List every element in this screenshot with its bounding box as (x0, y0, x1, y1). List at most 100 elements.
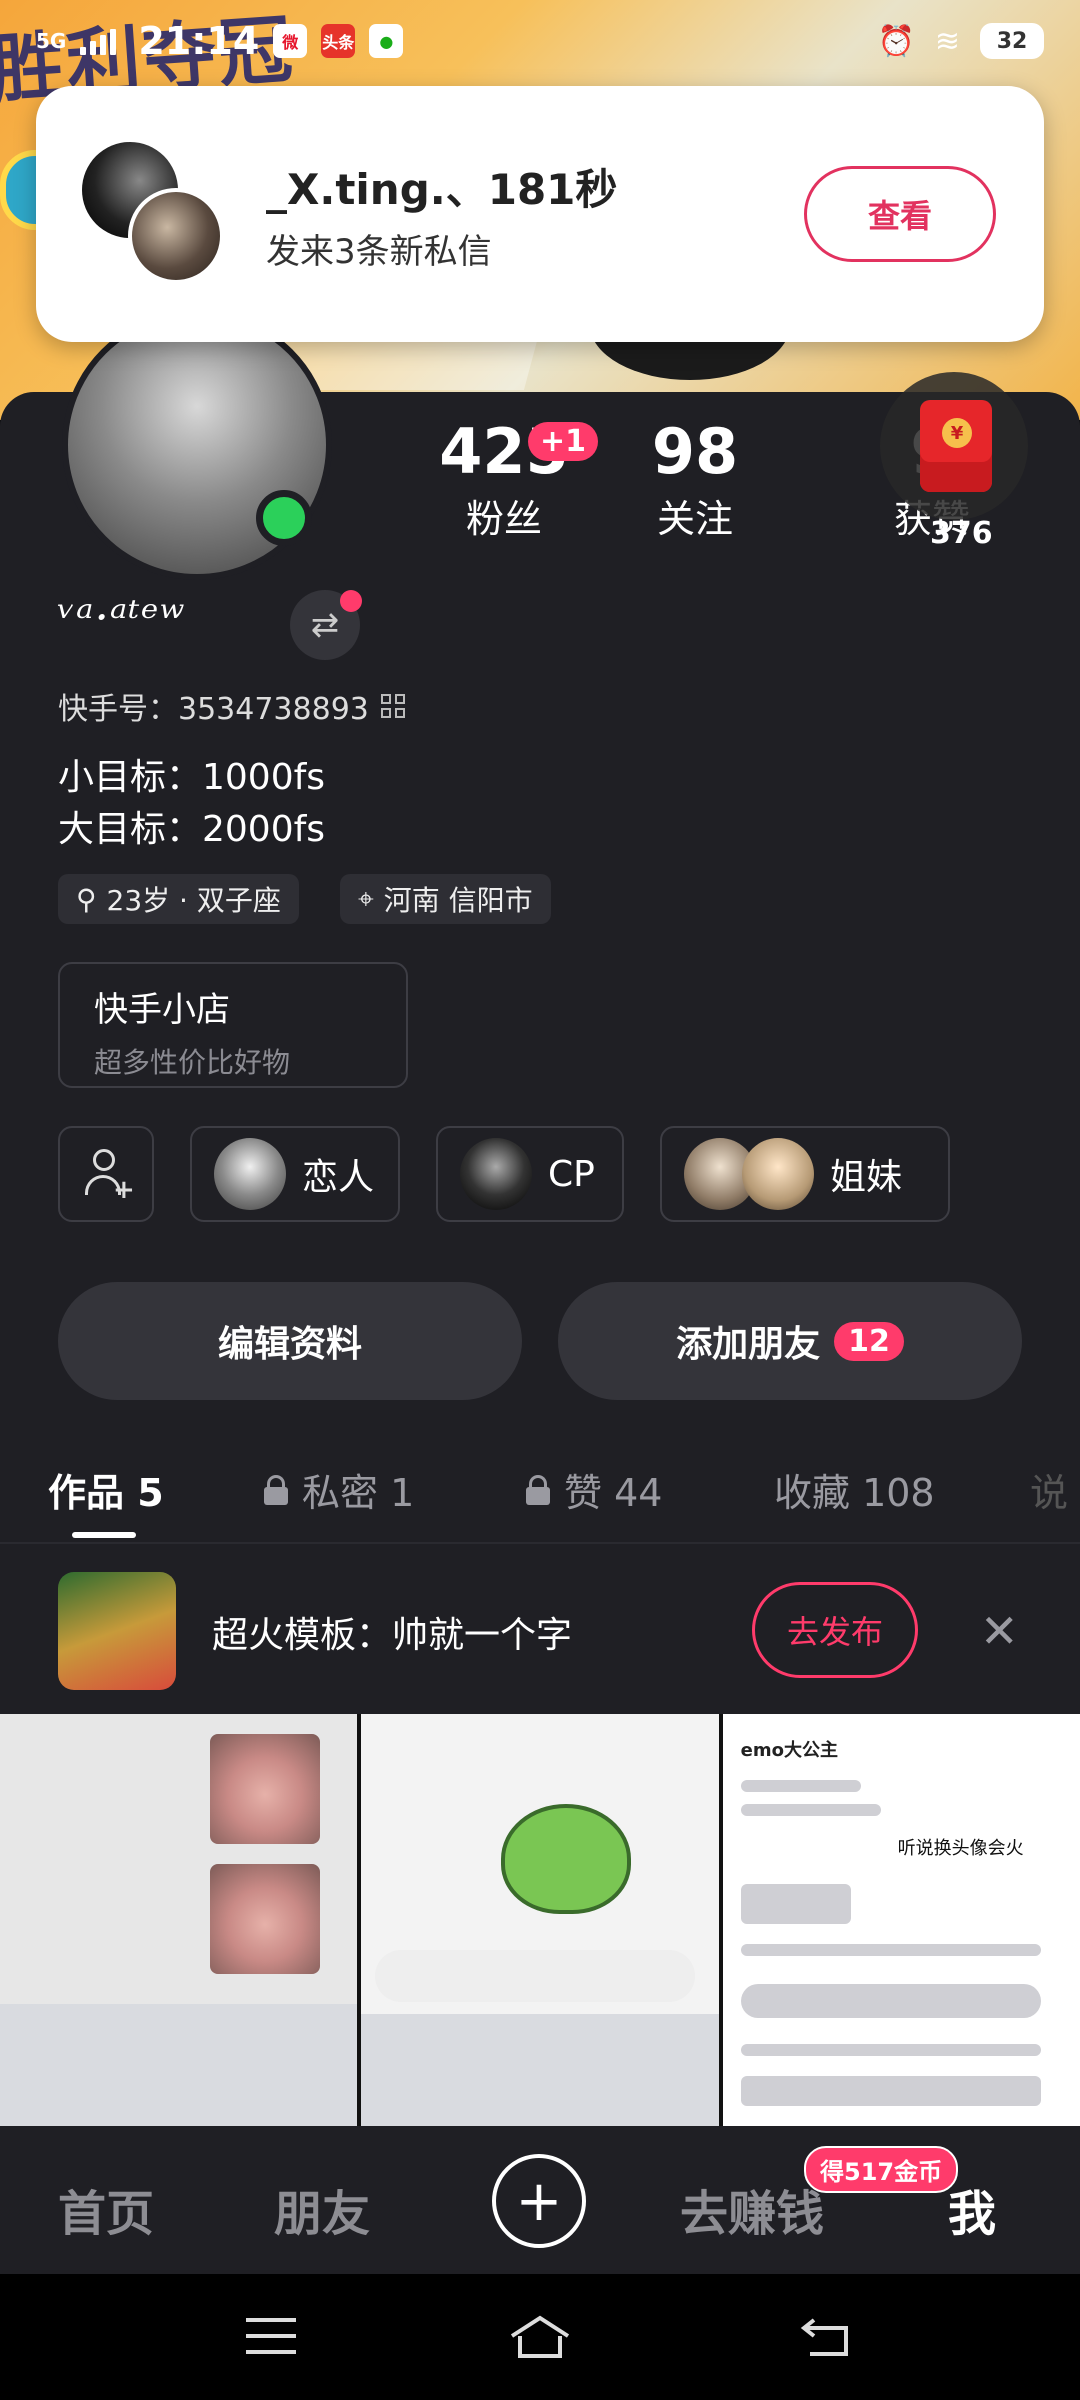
relation-lover[interactable]: 恋人 (190, 1126, 400, 1222)
edit-profile-label: 编辑资料 (217, 1324, 362, 1365)
close-icon[interactable]: ✕ (980, 1604, 1019, 1658)
template-promo-bar: 超火模板：帅就一个字 去发布 ✕ (0, 1546, 1080, 1714)
fans-label: 粉丝 (465, 497, 542, 542)
following-label: 关注 (656, 497, 733, 542)
coin-reward-badge: 得517金币 (804, 2146, 959, 2193)
kuaishou-id-text: 快手号：3534738893 (58, 692, 369, 727)
thumbnail-keyboard (0, 2004, 358, 2126)
thumbnail-text-line (740, 1780, 861, 1792)
relation-label: CP (548, 1153, 595, 1195)
bottom-navigation: 首页 朋友 + 去赚钱 得517金币 我 (0, 2126, 1080, 2274)
relation-avatar (742, 1138, 814, 1210)
thumbnail-title: emo大公主 (740, 1740, 838, 1761)
recent-apps-icon[interactable] (246, 2318, 296, 2358)
wifi-icon: ≋ (934, 23, 960, 59)
thumbnail-text-line (740, 1804, 881, 1816)
add-friend-badge: 12 (834, 1321, 904, 1361)
age-tag-text: 23岁 · 双子座 (106, 884, 281, 917)
tab-works[interactable]: 作品 5 (48, 1462, 164, 1517)
work-thumbnail[interactable] (361, 1714, 719, 2126)
relation-label: 姐妹 (830, 1157, 903, 1198)
view-message-button[interactable]: 查看 (804, 166, 996, 262)
system-navigation-bar (0, 2274, 1080, 2400)
message-notification[interactable]: _X.ting.、181秒 发来3条新私信 查看 (36, 86, 1044, 342)
thumbnail-keyboard (361, 2014, 719, 2126)
weibo-icon: 微 (273, 24, 308, 58)
location-tag: ⌖ 河南 信阳市 (340, 874, 551, 924)
wechat-icon: ● (369, 24, 404, 58)
clock: 21:14 (138, 19, 260, 63)
shop-subtitle: 超多性价比好物 (94, 1046, 291, 1079)
tab-private-label: 私密 1 (302, 1471, 415, 1515)
bio-line-big-goal: 大目标：2000fs (58, 809, 326, 850)
following-count: 98 (651, 415, 739, 488)
back-icon[interactable] (798, 2314, 852, 2360)
add-friend-button[interactable]: 添加朋友 12 (558, 1282, 1022, 1400)
signal-icon (80, 27, 117, 55)
tab-more[interactable]: 说 (1030, 1462, 1068, 1517)
sender-avatar-secondary (128, 188, 224, 284)
tab-favorites[interactable]: 收藏 108 (774, 1462, 935, 1517)
stat-following[interactable]: 98 关注 (630, 415, 760, 543)
template-thumbnail[interactable] (58, 1572, 176, 1690)
content-tabs: 作品 5 私密 1 赞 44 收藏 108 说 (0, 1440, 1080, 1544)
toutiao-icon: 头条 (321, 24, 356, 58)
thumbnail-text-line (740, 2044, 1041, 2056)
red-packet-icon[interactable]: ¥ (920, 400, 992, 492)
gender-icon: ⚲ (76, 882, 97, 916)
bio-line-small-goal: 小目标：1000fs (58, 757, 326, 798)
person-add-icon: + (83, 1149, 135, 1203)
nav-home[interactable]: 首页 (58, 2174, 154, 2244)
thumbnail-image (210, 1864, 320, 1974)
lock-icon (526, 1474, 550, 1505)
lock-icon (264, 1474, 288, 1505)
relation-avatar (214, 1138, 286, 1210)
add-relation-button[interactable]: + (58, 1126, 154, 1222)
kuaishou-shop-card[interactable]: 快手小店 超多性价比好物 (58, 962, 408, 1088)
tab-favorites-label: 收藏 108 (774, 1471, 935, 1515)
likes-overflow-text: 376 (930, 516, 993, 551)
relation-avatar (460, 1138, 532, 1210)
tab-private[interactable]: 私密 1 (264, 1462, 414, 1517)
work-thumbnail[interactable]: emo大公主 听说换头像会火 (722, 1714, 1080, 2126)
tab-more-label: 说 (1030, 1471, 1069, 1515)
alarm-icon: ⏰ (877, 23, 915, 59)
thumbnail-input (375, 1950, 696, 2002)
shop-title: 快手小店 (94, 990, 230, 1030)
nav-friends[interactable]: 朋友 (274, 2174, 370, 2244)
kuaishou-id[interactable]: 快手号：3534738893 (58, 684, 405, 728)
thumbnail-image (210, 1734, 320, 1844)
battery-icon: 32 (980, 23, 1044, 59)
location-pin-icon: ⌖ (358, 882, 374, 915)
network-type: 5G (36, 29, 67, 53)
online-status-dot (256, 490, 312, 546)
age-tag: ⚲ 23岁 · 双子座 (58, 874, 299, 924)
relation-label: 恋人 (302, 1157, 375, 1198)
thumbnail-caption: 听说换头像会火 (897, 1838, 1024, 1859)
notification-dot (340, 590, 362, 612)
relation-sisters[interactable]: 姐妹 (660, 1126, 950, 1222)
swap-arrows-icon: ⇄ (310, 605, 340, 645)
thumbnail-card (740, 1884, 851, 1924)
home-icon[interactable] (508, 2314, 572, 2360)
yuan-seal-icon: ¥ (942, 418, 972, 448)
notification-sender: _X.ting.、181秒 (266, 165, 618, 214)
work-thumbnail[interactable] (0, 1714, 358, 2126)
thumbnail-text-line (740, 2076, 1041, 2106)
location-tag-text: 河南 信阳市 (383, 884, 533, 917)
thumbnail-text-line (740, 1944, 1041, 1956)
nav-earn[interactable]: 去赚钱 (680, 2174, 824, 2244)
relation-cp[interactable]: CP (436, 1126, 624, 1222)
tab-works-label: 作品 5 (48, 1471, 164, 1515)
nav-me[interactable]: 我 (948, 2174, 996, 2244)
template-promo-text: 超火模板：帅就一个字 (212, 1615, 573, 1656)
thumbnail-button-row (740, 1984, 1041, 2018)
create-post-button[interactable]: + (492, 2154, 586, 2248)
qr-code-icon[interactable] (380, 694, 405, 718)
publish-template-button[interactable]: 去发布 (752, 1582, 918, 1678)
profile-nickname: ᵛᵃ·ᵃᵗᵉʷ (58, 590, 186, 644)
active-tab-indicator (72, 1532, 136, 1538)
edit-profile-button[interactable]: 编辑资料 (58, 1282, 522, 1400)
tab-likes[interactable]: 赞 44 (526, 1462, 662, 1517)
plus-icon: + (515, 2168, 563, 2234)
